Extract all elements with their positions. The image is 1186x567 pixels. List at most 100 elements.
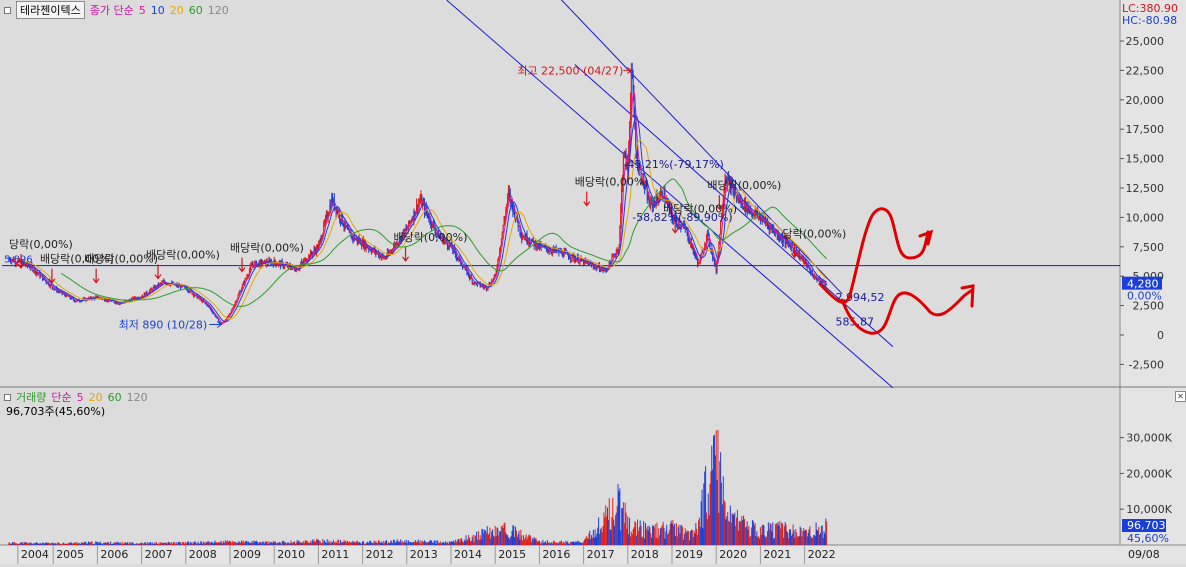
candle-body (461, 263, 463, 266)
candle-body (132, 297, 134, 299)
candle-body (697, 259, 699, 265)
pin-icon[interactable] (4, 393, 11, 401)
candle-body (507, 190, 509, 196)
candle-body (486, 288, 488, 290)
candle-body (301, 261, 303, 263)
price-tick-label: 20,000 (1126, 94, 1165, 107)
candle-body (211, 311, 213, 313)
candle-body (16, 263, 18, 265)
candle-body (452, 248, 454, 252)
candle-body (679, 226, 681, 228)
candle-body (234, 301, 236, 305)
candle-body (188, 291, 190, 293)
time-tick-label: 2008 (189, 548, 217, 561)
candle-body (387, 251, 389, 254)
candle-body (453, 248, 455, 252)
candle-body (693, 250, 695, 255)
time-tick-label: 2019 (675, 548, 703, 561)
vol-ma-5: 5 (76, 390, 84, 404)
candle-body (789, 245, 791, 250)
close-icon[interactable]: ✕ (1175, 391, 1186, 402)
candle-body (153, 286, 155, 288)
candle-body (457, 257, 459, 259)
candle-body (489, 283, 491, 285)
candle-body (194, 295, 196, 297)
chart-canvas[interactable]: 25,000 22,500 20,000 17,500 15,000 12,500 10,0… (0, 0, 1186, 564)
candle-body (473, 282, 475, 284)
dividend-label: 배당락(0,00%) (394, 231, 468, 244)
candle-body (707, 231, 709, 235)
candle-body (247, 276, 249, 278)
candle-body (243, 282, 245, 284)
candle-body (518, 225, 520, 227)
candle-body (818, 279, 820, 281)
candle-body (187, 290, 189, 292)
candle-body (623, 152, 625, 156)
candle-body (229, 313, 231, 315)
candle-body (698, 262, 700, 265)
candle-body (507, 195, 509, 205)
candle-body (570, 258, 572, 260)
candle-body (15, 263, 17, 265)
ticker-name[interactable]: 테라젠이텍스 (16, 1, 85, 19)
candle-body (816, 278, 818, 280)
candle-body (494, 275, 496, 277)
candle-body (324, 217, 326, 223)
candle-body (455, 254, 457, 258)
candle-body (431, 224, 433, 227)
candle-body (29, 267, 31, 269)
candle-body (57, 290, 59, 292)
candle-body (54, 289, 56, 291)
candle-body (503, 221, 505, 225)
candle-body (304, 258, 306, 260)
candle-body (33, 270, 35, 272)
candle-body (277, 264, 279, 266)
candle-body (114, 302, 116, 304)
max-price-label: 최고 22,500 (04/27) (517, 64, 623, 77)
candle-body (705, 244, 707, 246)
price-tick-label: 12,500 (1126, 182, 1165, 195)
candle-body (820, 280, 822, 283)
dividend-label: 당락(0,00%) (783, 227, 847, 240)
candle-body (711, 251, 713, 253)
candle-body (239, 291, 241, 294)
candle-body (617, 249, 619, 252)
time-tick-label: 2021 (763, 548, 791, 561)
candle-body (548, 250, 550, 252)
candle-body (63, 293, 65, 295)
candle-body (506, 204, 508, 211)
candle-body (702, 250, 704, 253)
candle-body (513, 207, 515, 213)
candle-body (493, 275, 495, 278)
candle-body (536, 247, 538, 249)
time-tick-label: 2017 (587, 548, 615, 561)
ma-20: 20 (169, 3, 184, 17)
time-tick-label: 2013 (410, 548, 438, 561)
candle-body (502, 224, 504, 233)
pin-icon[interactable] (4, 6, 11, 14)
time-tick-label: 2014 (454, 548, 482, 561)
candle-body (197, 297, 199, 299)
candle-body (698, 262, 700, 264)
candle-body (568, 258, 570, 260)
candle-body (660, 191, 662, 194)
candle-body (522, 237, 524, 239)
candle-body (467, 272, 469, 275)
candle-body (418, 201, 420, 204)
candle-body (385, 258, 387, 260)
time-tick-label: 2010 (277, 548, 305, 561)
volume-tick-label: 30,000K (1126, 432, 1172, 445)
price-tick-label: 10,000 (1126, 211, 1165, 224)
candle-body (768, 225, 770, 231)
candle-body (351, 236, 353, 239)
candle-body (249, 266, 251, 271)
candle-body (218, 321, 220, 323)
candle-body (355, 238, 357, 240)
candle-body (73, 300, 75, 302)
candle-body (80, 301, 82, 303)
candle-body (53, 289, 55, 291)
candle-body (11, 260, 13, 262)
candle-body (219, 322, 221, 324)
ma-60: 60 (188, 3, 203, 17)
candle-body (632, 75, 634, 94)
